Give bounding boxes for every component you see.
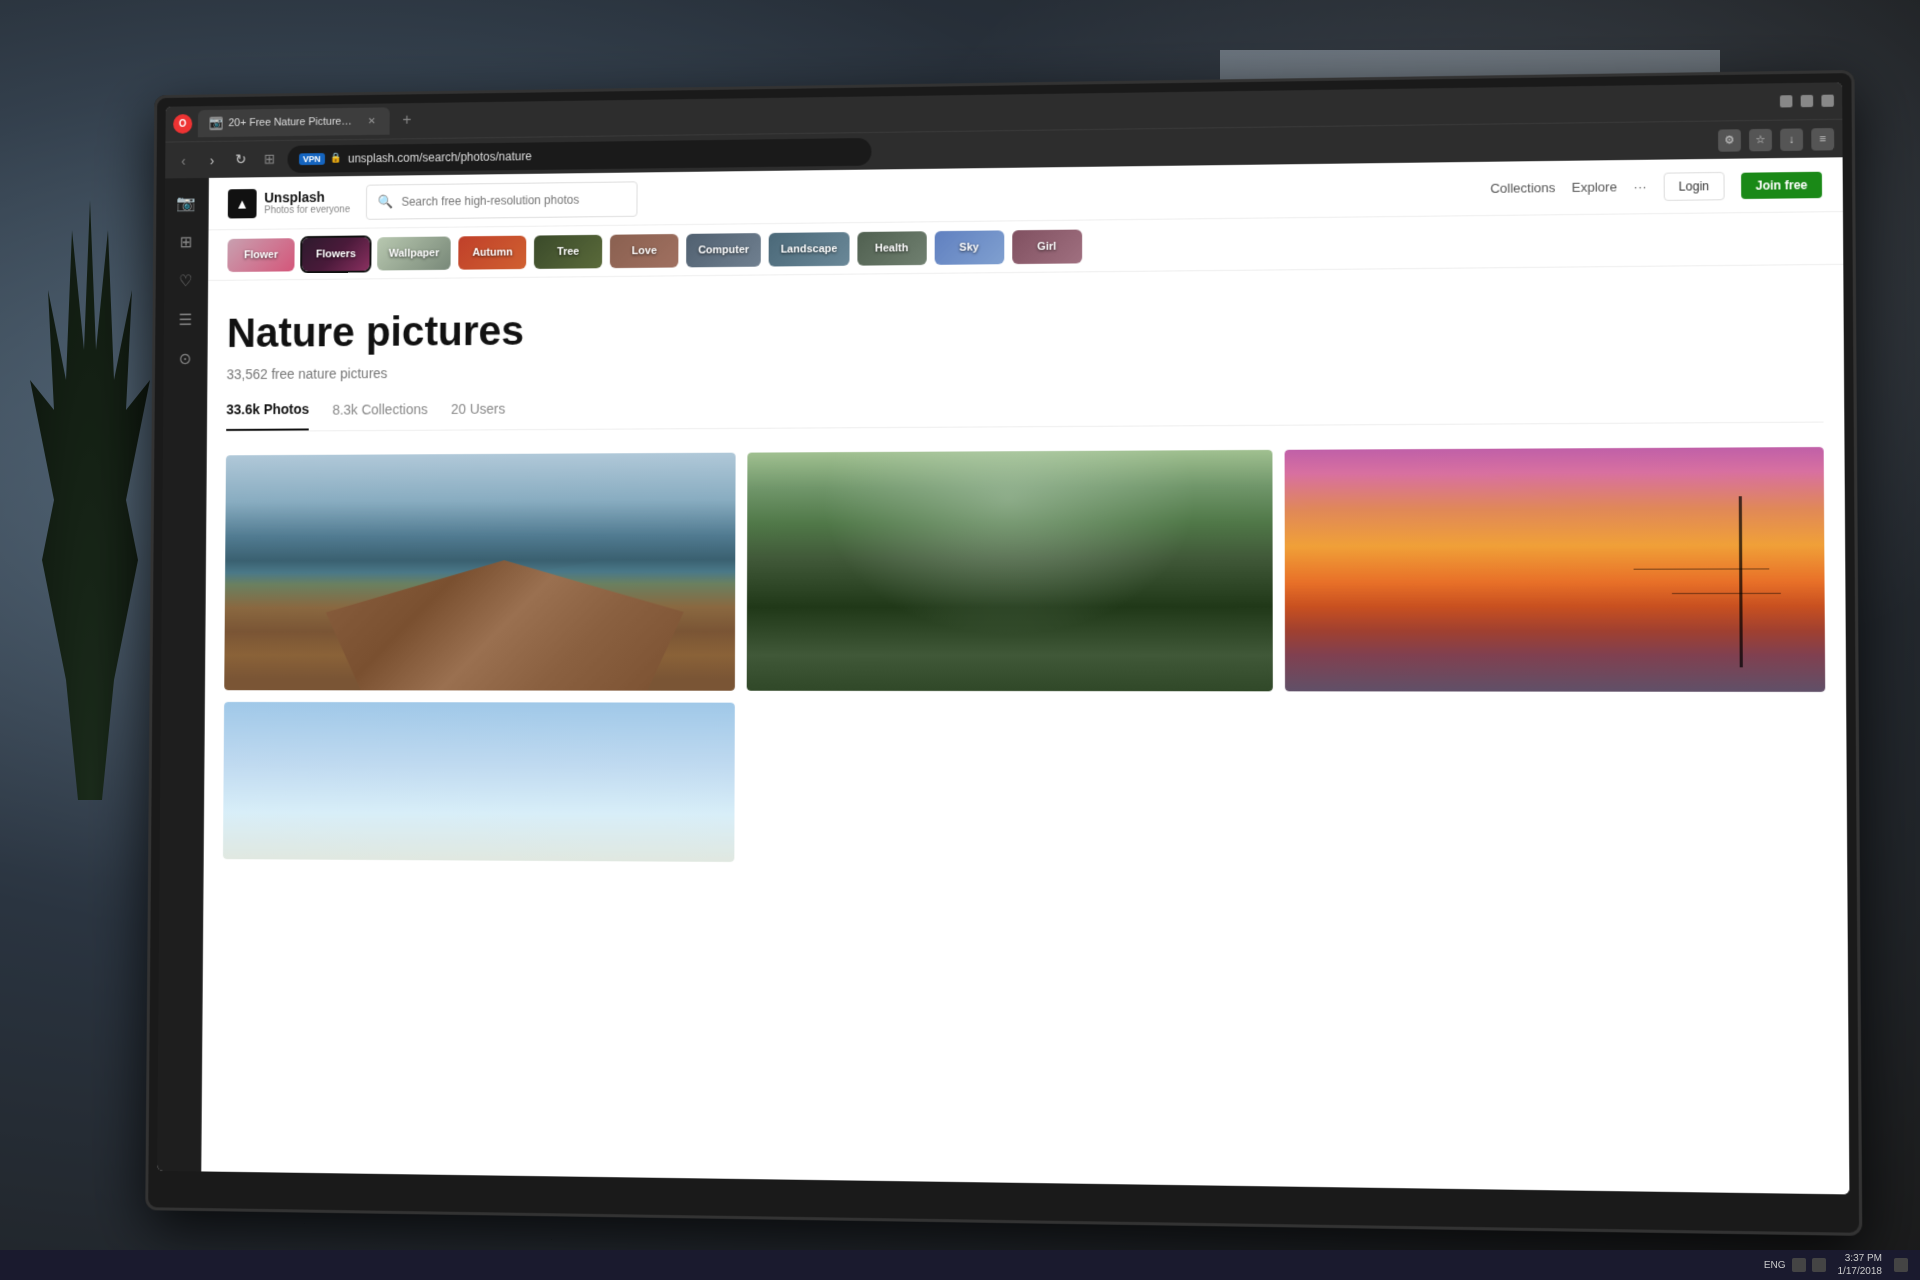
language-indicator: ENG	[1764, 1260, 1786, 1271]
window-minimize[interactable]: ─	[1780, 95, 1793, 107]
chip-label-tree: Tree	[557, 245, 579, 257]
logo-text: Unsplash Photos for everyone	[264, 189, 350, 216]
time-display: 3:37 PM	[1838, 1252, 1883, 1265]
tab-close-button[interactable]: ✕	[365, 114, 378, 128]
url-text: unsplash.com/search/photos/nature	[348, 149, 532, 165]
nav-more[interactable]: ···	[1633, 179, 1646, 194]
taskbar-clock: 3:37 PM 1/17/2018	[1838, 1252, 1883, 1278]
monitor-frame: O 📷 20+ Free Nature Pictures &... ✕ + ─ …	[145, 70, 1862, 1236]
window-controls: ─ □ ✕	[1780, 95, 1834, 108]
vpn-badge: VPN	[299, 153, 325, 165]
sidebar-heart-icon[interactable]: ♡	[168, 264, 203, 299]
sidebar-news-icon[interactable]: ☰	[168, 302, 203, 337]
page-title: Nature pictures	[227, 295, 1823, 356]
chip-label-wallpaper: Wallpaper	[389, 247, 439, 259]
photo-item-2[interactable]	[747, 450, 1272, 691]
photo-item-1[interactable]	[224, 453, 736, 691]
photo-item-3[interactable]	[1284, 447, 1825, 692]
tab-collections-label: 8.3k Collections	[332, 401, 427, 417]
grid-view-button[interactable]: ⊞	[259, 148, 280, 170]
chip-label-computer: Computer	[698, 244, 749, 256]
tab-users-label: 20 Users	[451, 401, 505, 417]
show-desktop-button[interactable]	[1894, 1258, 1908, 1272]
url-bar[interactable]: VPN 🔒 unsplash.com/search/photos/nature	[287, 137, 871, 172]
window-maximize[interactable]: □	[1801, 95, 1814, 107]
search-input[interactable]	[401, 192, 624, 208]
chip-label-love: Love	[632, 245, 657, 257]
unsplash-logo-icon: ▲	[228, 188, 257, 218]
category-love[interactable]: Love	[610, 233, 679, 267]
bookmark-icon[interactable]: ☆	[1749, 128, 1772, 151]
website-content: ▲ Unsplash Photos for everyone 🔍 Coll	[201, 157, 1849, 1194]
chip-label-flower: Flower	[244, 249, 278, 261]
category-health[interactable]: Health	[857, 231, 926, 265]
screen-content: O 📷 20+ Free Nature Pictures &... ✕ + ─ …	[157, 82, 1849, 1194]
taskbar-system-icons: ENG	[1764, 1258, 1826, 1272]
taskbar: ENG 3:37 PM 1/17/2018	[0, 1250, 1920, 1280]
sidebar-camera-icon[interactable]: 📷	[169, 186, 204, 221]
chip-label-sky: Sky	[959, 241, 978, 253]
chip-label-autumn: Autumn	[472, 246, 512, 258]
browser-tab[interactable]: 📷 20+ Free Nature Pictures &... ✕	[198, 107, 390, 137]
chip-label-girl: Girl	[1037, 240, 1056, 252]
search-icon: 🔍	[378, 194, 394, 210]
window-close[interactable]: ✕	[1821, 95, 1834, 107]
logo-tagline: Photos for everyone	[264, 204, 350, 216]
category-flowers[interactable]: Flowers	[302, 237, 370, 271]
sidebar-apps-icon[interactable]: ⊞	[169, 225, 204, 260]
new-tab-button[interactable]: +	[395, 109, 418, 133]
category-landscape[interactable]: Landscape	[769, 232, 849, 266]
tab-collections[interactable]: 8.3k Collections	[332, 400, 428, 430]
join-button[interactable]: Join free	[1741, 171, 1822, 198]
tab-favicon: 📷	[209, 117, 222, 131]
login-button[interactable]: Login	[1663, 171, 1724, 200]
extensions-icon[interactable]: ⚙	[1718, 129, 1741, 152]
main-content: Nature pictures 33,562 free nature pictu…	[204, 265, 1848, 889]
category-sky[interactable]: Sky	[934, 230, 1004, 264]
sidebar-history-icon[interactable]: ⊙	[168, 341, 203, 376]
nav-collections[interactable]: Collections	[1490, 180, 1555, 196]
menu-icon[interactable]: ≡	[1811, 127, 1834, 150]
tab-users[interactable]: 20 Users	[451, 400, 506, 430]
ssl-lock-icon: 🔒	[330, 153, 342, 164]
reload-button[interactable]: ↻	[230, 149, 251, 171]
volume-icon[interactable]	[1792, 1258, 1806, 1272]
category-tree[interactable]: Tree	[534, 234, 602, 268]
screen-bezel: O 📷 20+ Free Nature Pictures &... ✕ + ─ …	[157, 82, 1849, 1194]
chip-label-landscape: Landscape	[781, 243, 838, 255]
category-autumn[interactable]: Autumn	[458, 235, 526, 269]
opera-sidebar: 📷 ⊞ ♡ ☰ ⊙	[157, 178, 209, 1172]
category-wallpaper[interactable]: Wallpaper	[377, 236, 451, 270]
nav-explore[interactable]: Explore	[1572, 179, 1617, 195]
search-bar[interactable]: 🔍	[365, 181, 637, 219]
download-icon[interactable]: ↓	[1780, 128, 1803, 151]
logo-name: Unsplash	[264, 189, 350, 206]
photo-item-4[interactable]	[223, 702, 735, 862]
chip-label-health: Health	[875, 242, 908, 254]
chip-label-flowers: Flowers	[316, 248, 356, 260]
category-computer[interactable]: Computer	[686, 233, 761, 267]
photo-grid	[223, 447, 1826, 868]
tab-photos[interactable]: 33.6k Photos	[226, 401, 309, 431]
header-nav: Collections Explore ··· Login Join free	[1490, 170, 1822, 202]
date-display: 1/17/2018	[1838, 1265, 1883, 1278]
back-button[interactable]: ‹	[173, 149, 194, 171]
tab-photos-label: 33.6k Photos	[226, 401, 309, 417]
forward-button[interactable]: ›	[201, 149, 222, 171]
page-subtitle: 33,562 free nature pictures	[227, 354, 1824, 382]
unsplash-logo[interactable]: ▲ Unsplash Photos for everyone	[228, 187, 350, 218]
network-icon[interactable]	[1812, 1258, 1826, 1272]
browser-header-icons: ⚙ ☆ ↓ ≡	[1718, 127, 1834, 151]
content-tabs: 33.6k Photos 8.3k Collections 20 Users	[226, 391, 1823, 432]
category-girl[interactable]: Girl	[1012, 229, 1082, 264]
category-flower[interactable]: Flower	[227, 238, 294, 272]
tab-title: 20+ Free Nature Pictures &...	[228, 116, 355, 129]
opera-logo: O	[173, 114, 192, 134]
